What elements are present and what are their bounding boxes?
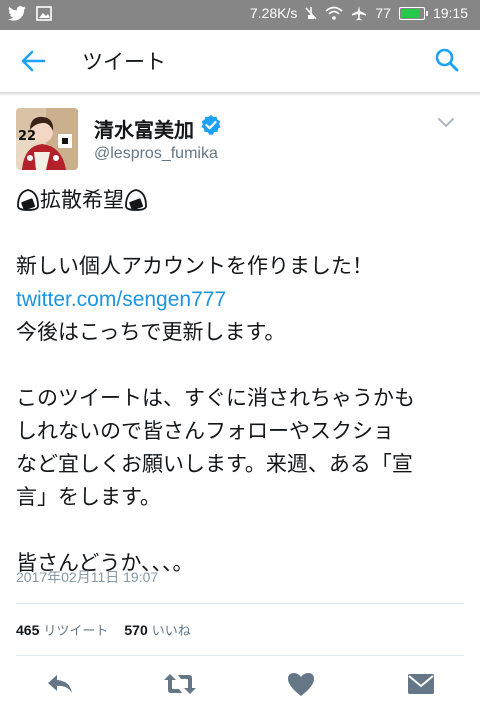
tweet-line: 言」をします。 [16,485,161,509]
back-arrow-icon[interactable] [20,48,46,74]
tag-line-text: 拡散希望 [40,188,124,212]
tweet-line: しれないので皆さんフォローやスクショ [16,419,394,443]
avatar[interactable]: 22 [16,108,78,170]
status-bar: 7.28K/s 77 19:15 [0,0,480,30]
app-bar: ツイート [0,30,480,92]
search-icon[interactable] [434,47,460,73]
action-bar [0,664,480,704]
tweet-line: 今後はこっちで更新します。 [16,320,286,344]
network-speed: 7.28K/s [249,5,298,21]
airplane-mode-icon [352,6,367,21]
retweet-icon[interactable] [163,670,197,698]
user-handle[interactable]: @lespros_fumika [94,145,218,163]
rice-ball-icon [125,189,147,211]
tweet-line: 新しい個人アカウントを作りました！ [16,254,373,278]
tweet-timestamp: 2017年02月11日 19:07 [16,569,159,585]
avatar-image: 22 [16,108,78,170]
like-heart-icon[interactable] [286,670,316,698]
tweet-link[interactable]: twitter.com/sengen777 [16,288,226,311]
image-icon [36,6,52,21]
divider [16,603,464,604]
avatar-badge: 22 [18,129,36,144]
status-bar-right: 7.28K/s 77 19:15 [250,5,468,21]
app-bar-shadow [0,92,480,96]
clock: 19:15 [432,5,468,21]
reply-icon[interactable] [45,670,75,698]
divider [16,655,464,656]
verified-badge-icon [201,115,221,135]
tweet-tag-line: 拡散希望 [16,184,470,217]
battery-percent: 77 [375,5,391,21]
like-label[interactable]: いいね [152,620,191,639]
page-title: ツイート [82,50,166,74]
direct-message-icon[interactable] [406,670,436,698]
retweet-label[interactable]: リツイート [43,620,108,639]
wifi-icon [325,6,343,20]
retweet-count[interactable]: 465 [16,622,39,638]
tweet-text: 拡散希望 新しい個人アカウントを作りました！ twitter.com/senge… [16,184,470,580]
battery-icon [398,6,428,20]
chevron-down-icon[interactable] [436,116,456,130]
twitter-bird-icon [8,6,26,21]
battery-fill [400,8,420,18]
tweet-line: このツイートは、すぐに消されちゃうかも [16,386,415,410]
like-count[interactable]: 570 [124,622,147,638]
display-name[interactable]: 清水富美加 [94,114,194,143]
mute-icon [305,6,317,20]
status-bar-left [8,6,52,21]
tweet-line: など宜しくお願いします。来週、ある「宣 [16,452,413,476]
engagement-stats: 465 リツイート 570 いいね [16,620,203,639]
rice-ball-icon [17,189,39,211]
